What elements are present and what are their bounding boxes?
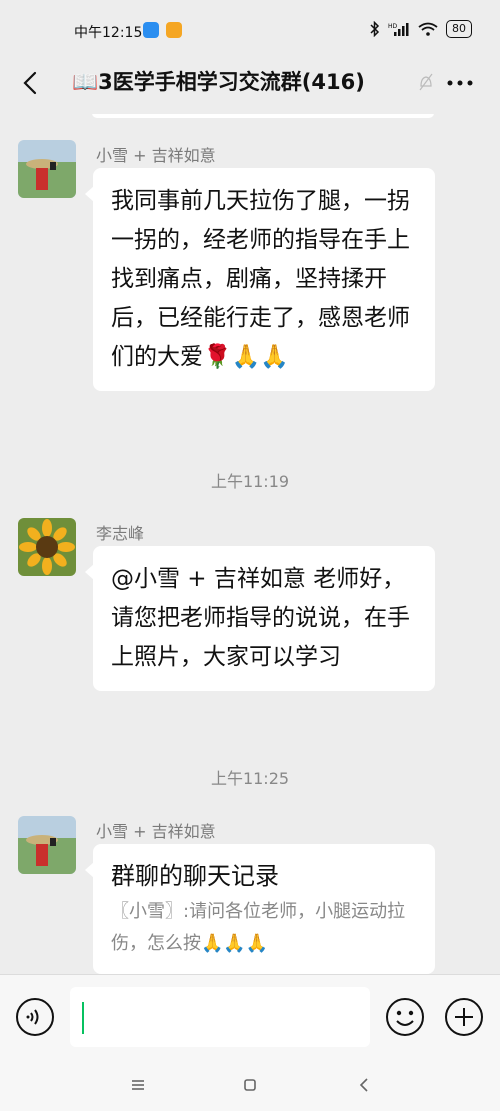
status-indicators: HD 80: [370, 20, 472, 38]
recent-apps-button[interactable]: [128, 1075, 148, 1095]
sender-name: 小雪 + 吉祥如意: [96, 146, 216, 165]
wifi-icon: [418, 22, 438, 36]
chat-record-card[interactable]: 群聊的聊天记录 〖小雪〗:请问各位老师，小腿运动拉伤，怎么按🙏🙏🙏: [85, 844, 435, 974]
group-title: 📖3医学手相学习交流群(416): [72, 70, 365, 94]
system-back-button[interactable]: [354, 1075, 374, 1095]
previous-message-bubble: [92, 114, 434, 118]
mute-bell-icon: [419, 73, 433, 91]
chat-record-preview: 〖小雪〗:请问各位老师，小腿运动拉伤，怎么按🙏🙏🙏: [111, 901, 406, 954]
chat-timestamp: 上午11:19: [210, 472, 290, 491]
avatar-lizhifeng[interactable]: [18, 518, 76, 576]
network-type-label: HD: [388, 23, 398, 30]
chat-area[interactable]: 小雪 + 吉祥如意 我同事前几天拉伤了腿，一拐一拐的，经老师的指导在手上找到痛点…: [0, 114, 500, 974]
chat-header: 📖3医学手相学习交流群(416): [0, 52, 500, 114]
emoji-button[interactable]: [385, 997, 425, 1037]
chat-timestamp: 上午11:25: [210, 769, 290, 788]
sunflower-avatar-icon: [18, 518, 76, 576]
avatar-xiaoxue[interactable]: [18, 816, 76, 874]
sender-name: 小雪 + 吉祥如意: [96, 822, 216, 841]
battery-indicator: 80: [446, 20, 472, 38]
bluetooth-icon: [370, 21, 380, 37]
more-features-button[interactable]: [444, 997, 484, 1037]
text-cursor: [82, 1002, 84, 1034]
notification-app-icon: [143, 22, 159, 38]
notification-app-icon-2: [166, 22, 182, 38]
system-nav-bar: [0, 1060, 500, 1111]
message-text: @小雪 + 吉祥如意 老师好，请您把老师指导的说说，在手上照片，大家可以学习: [111, 566, 410, 670]
input-bar: [0, 974, 500, 1060]
status-bar: 中午12:15 HD 80: [0, 0, 500, 52]
signal-icon: HD: [388, 23, 409, 36]
message-bubble[interactable]: 我同事前几天拉伤了腿，一拐一拐的，经老师的指导在手上找到痛点，剧痛，坚持揉开后，…: [85, 168, 435, 391]
home-button[interactable]: [240, 1075, 260, 1095]
message-input[interactable]: [70, 987, 370, 1047]
message-bubble[interactable]: @小雪 + 吉祥如意 老师好，请您把老师指导的说说，在手上照片，大家可以学习: [85, 546, 435, 691]
avatar-xiaoxue[interactable]: [18, 140, 76, 198]
more-options-button[interactable]: [440, 70, 480, 96]
chat-record-title: 群聊的聊天记录: [111, 862, 279, 890]
avatar-photo-icon: [18, 816, 76, 874]
status-time: 中午12:15: [74, 25, 143, 41]
avatar-photo-icon: [18, 140, 76, 198]
message-text: 我同事前几天拉伤了腿，一拐一拐的，经老师的指导在手上找到痛点，剧痛，坚持揉开后，…: [111, 188, 410, 370]
voice-input-button[interactable]: [15, 997, 55, 1037]
back-button[interactable]: [16, 68, 46, 98]
sender-name: 李志峰: [96, 524, 145, 543]
